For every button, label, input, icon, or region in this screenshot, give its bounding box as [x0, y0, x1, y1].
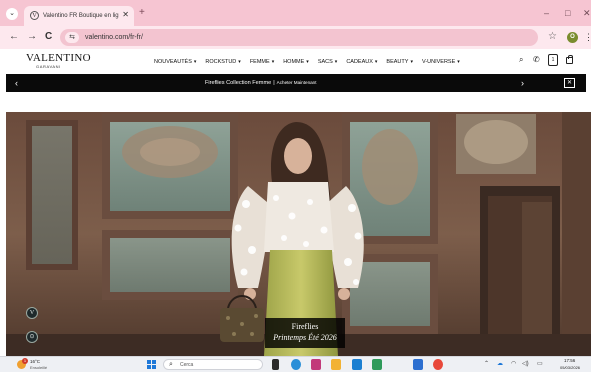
outlook-icon[interactable]: [413, 359, 423, 370]
browser-tab-active[interactable]: V Valentino FR Boutique en ligne ✕: [24, 6, 134, 26]
nav-item-beauty[interactable]: BEAUTY ▾: [386, 57, 413, 67]
nav-item-label: HOMME: [283, 59, 305, 65]
store-icon[interactable]: [352, 359, 362, 370]
close-window-icon[interactable]: ✕: [583, 7, 591, 19]
task-view-icon[interactable]: [272, 359, 279, 370]
promo-prev-icon[interactable]: ‹: [15, 77, 18, 89]
search-icon[interactable]: ⌕: [519, 55, 523, 65]
nav-item-label: BEAUTY: [386, 59, 409, 65]
chevron-down-icon: ▾: [410, 59, 413, 65]
screen: ⌄ V Valentino FR Boutique en ligne ✕ + –…: [0, 0, 591, 372]
url-text[interactable]: valentino.com/fr-fr/: [85, 32, 143, 43]
nav-item-label: NOUVEAUTÉS: [154, 59, 192, 65]
hero-caption[interactable]: Fireflies Printemps Été 2026: [265, 318, 345, 348]
weather-description[interactable]: Ensoleillé: [30, 365, 47, 370]
nav-item-nouveautes[interactable]: NOUVEAUTÉS ▾: [154, 57, 196, 67]
nav-item-rockstud[interactable]: ROCKSTUD ▾: [205, 57, 240, 67]
browser-toolbar: ← → C ⇆ valentino.com/fr-fr/ ☆ O ⋮: [0, 26, 591, 49]
windows-taskbar: 1 16°C Ensoleillé ⌕ Cerca ⌃ ☁ ◠ ◁) ▭ 17:…: [0, 356, 591, 372]
nav-item-v-universe[interactable]: V-UNIVERSE ▾: [422, 57, 460, 67]
main-navigation: NOUVEAUTÉS ▾ ROCKSTUD ▾ FEMME ▾ HOMME ▾ SACS…: [154, 57, 460, 67]
minimize-icon[interactable]: –: [544, 7, 549, 19]
account-icon[interactable]: 1: [548, 54, 558, 66]
nav-item-label: FEMME: [249, 59, 270, 65]
wifi-icon[interactable]: ◠: [511, 360, 516, 369]
windows-start-icon[interactable]: [147, 360, 156, 369]
profile-avatar[interactable]: O: [567, 32, 578, 43]
taskbar-search-placeholder: Cerca: [180, 362, 194, 368]
restore-icon[interactable]: □: [565, 7, 570, 19]
shopping-bag-icon[interactable]: [566, 55, 573, 64]
file-explorer-icon[interactable]: [331, 359, 341, 370]
weather-temperature[interactable]: 16°C: [30, 359, 40, 364]
promo-cta-link[interactable]: Acheter Maintenant: [277, 80, 317, 85]
volume-icon[interactable]: ◁): [522, 360, 529, 369]
hero-caption-subtitle: Printemps Été 2026: [273, 333, 337, 342]
site-header: VALENTINO GARAVANI NOUVEAUTÉS ▾ ROCKSTUD ▾…: [0, 49, 591, 74]
header-spacer: [0, 92, 591, 112]
valentino-favicon-icon: V: [30, 11, 39, 20]
chevron-down-icon: ▾: [193, 59, 197, 65]
taskbar-search-input[interactable]: ⌕ Cerca: [163, 359, 263, 370]
browser-menu-icon[interactable]: ⋮: [584, 31, 591, 43]
accessibility-icon[interactable]: ⊙: [26, 331, 38, 343]
onedrive-icon[interactable]: ☁: [497, 360, 503, 369]
tab-title: Valentino FR Boutique en ligne: [43, 13, 119, 19]
media-app-icon[interactable]: [311, 359, 321, 370]
chevron-down-icon: ▾: [238, 59, 241, 65]
nav-item-label: V-UNIVERSE: [421, 59, 456, 65]
site-info-icon[interactable]: ⇆: [65, 32, 79, 43]
nav-item-cadeaux[interactable]: CADEAUX ▾: [346, 57, 377, 67]
chevron-down-icon: ▾: [457, 59, 460, 65]
promo-banner: ‹ Fireflies Collection Femme | Acheter Mai…: [6, 74, 586, 92]
chevron-down-icon: ▾: [334, 59, 338, 65]
tab-close-icon[interactable]: ✕: [122, 10, 129, 20]
hero-caption-title: Fireflies: [291, 322, 319, 331]
valentino-v-badge-icon[interactable]: V: [26, 307, 38, 319]
browser-tab-strip: ⌄ V Valentino FR Boutique en ligne ✕ + –…: [0, 0, 591, 26]
bookmark-star-icon[interactable]: ☆: [548, 31, 557, 43]
promo-separator: |: [273, 80, 275, 86]
address-bar[interactable]: ⇆ valentino.com/fr-fr/: [60, 29, 538, 46]
nav-item-sacs[interactable]: SACS ▾: [318, 57, 338, 67]
clock-date[interactable]: 05/03/2026: [560, 365, 580, 371]
chrome-browser-icon[interactable]: [433, 359, 443, 370]
clock-time[interactable]: 17:56: [564, 358, 575, 364]
logo-subtitle: GARAVANI: [36, 64, 61, 69]
battery-icon[interactable]: ▭: [537, 360, 543, 369]
promo-message[interactable]: Fireflies Collection Femme | Acheter Maint…: [205, 78, 317, 88]
search-icon: ⌕: [169, 361, 173, 368]
nav-item-femme[interactable]: FEMME ▾: [250, 57, 274, 67]
hero-banner[interactable]: V ⊙ Fireflies Printemps Été 2026: [6, 112, 591, 356]
forward-icon[interactable]: →: [27, 31, 37, 43]
phone-icon[interactable]: ✆: [533, 55, 540, 65]
edge-browser-icon[interactable]: [291, 359, 301, 370]
chevron-down-icon: ▾: [374, 59, 378, 65]
valentino-logo[interactable]: VALENTINO: [26, 52, 91, 64]
promo-next-icon[interactable]: ›: [521, 77, 524, 89]
nav-item-homme[interactable]: HOMME ▾: [283, 57, 309, 67]
messaging-app-icon[interactable]: [372, 359, 382, 370]
new-tab-icon[interactable]: +: [139, 7, 145, 19]
tab-search-menu-icon[interactable]: ⌄: [6, 8, 18, 20]
promo-text: Fireflies Collection Femme: [205, 80, 272, 86]
reload-icon[interactable]: C: [45, 31, 52, 43]
weather-alert-badge: 1: [22, 358, 28, 364]
back-icon[interactable]: ←: [9, 31, 19, 43]
tray-chevron-icon[interactable]: ⌃: [484, 360, 489, 369]
nav-item-label: CADEAUX: [346, 59, 373, 65]
nav-item-label: ROCKSTUD: [205, 59, 237, 65]
promo-close-icon[interactable]: ✕: [564, 78, 575, 88]
nav-item-label: SACS: [317, 59, 333, 65]
chevron-down-icon: ▾: [306, 59, 309, 65]
chevron-down-icon: ▾: [271, 59, 275, 65]
